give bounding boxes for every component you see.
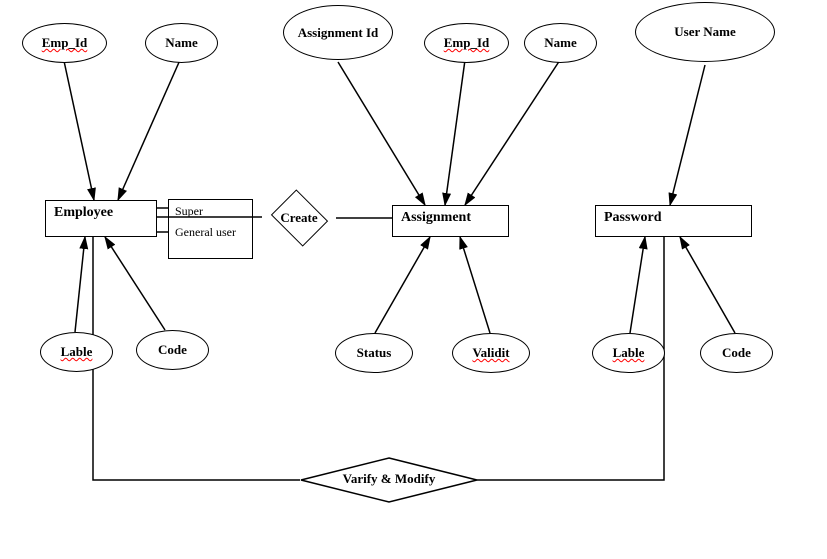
attr-status-label: Status — [357, 345, 392, 361]
attr-user-name: User Name — [635, 2, 775, 62]
attr-lable-1: Lable — [40, 332, 113, 372]
attr-lable-2-label: Lable — [613, 345, 645, 361]
rel-create: Create — [272, 196, 326, 240]
label-super: Super — [175, 204, 203, 219]
label-general-user: General user — [175, 225, 236, 240]
attr-name-2: Name — [524, 23, 597, 63]
attr-emp-id-1-label: Emp_Id — [42, 35, 88, 51]
attr-lable-2: Lable — [592, 333, 665, 373]
entity-password: Password — [595, 205, 752, 237]
attr-name-1: Name — [145, 23, 218, 63]
entity-employee-label: Employee — [54, 205, 113, 220]
entity-assignment-label: Assignment — [401, 210, 471, 225]
attr-emp-id-2: Emp_Id — [424, 23, 509, 63]
attr-name-2-label: Name — [544, 35, 577, 51]
attr-assignment-id-label: Assignment Id — [298, 25, 379, 41]
entity-password-label: Password — [604, 210, 662, 225]
entity-employee: Employee — [45, 200, 157, 237]
attr-status: Status — [335, 333, 413, 373]
attr-code-1-label: Code — [158, 342, 187, 358]
attr-assignment-id: Assignment Id — [283, 5, 393, 60]
attr-user-name-label: User Name — [674, 24, 736, 40]
attr-emp-id-2-label: Emp_Id — [444, 35, 490, 51]
attr-validit: Validit — [452, 333, 530, 373]
attr-lable-1-label: Lable — [61, 344, 93, 360]
attr-code-2-label: Code — [722, 345, 751, 361]
entity-assignment: Assignment — [392, 205, 509, 237]
attr-emp-id-1: Emp_Id — [22, 23, 107, 63]
rel-varify-modify-label: Varify & Modify — [343, 471, 436, 486]
attr-validit-label: Validit — [472, 345, 509, 361]
rel-varify-modify: Varify & Modify — [300, 457, 478, 503]
attr-code-2: Code — [700, 333, 773, 373]
rel-create-label: Create — [274, 210, 323, 226]
attr-code-1: Code — [136, 330, 209, 370]
attr-name-1-label: Name — [165, 35, 198, 51]
